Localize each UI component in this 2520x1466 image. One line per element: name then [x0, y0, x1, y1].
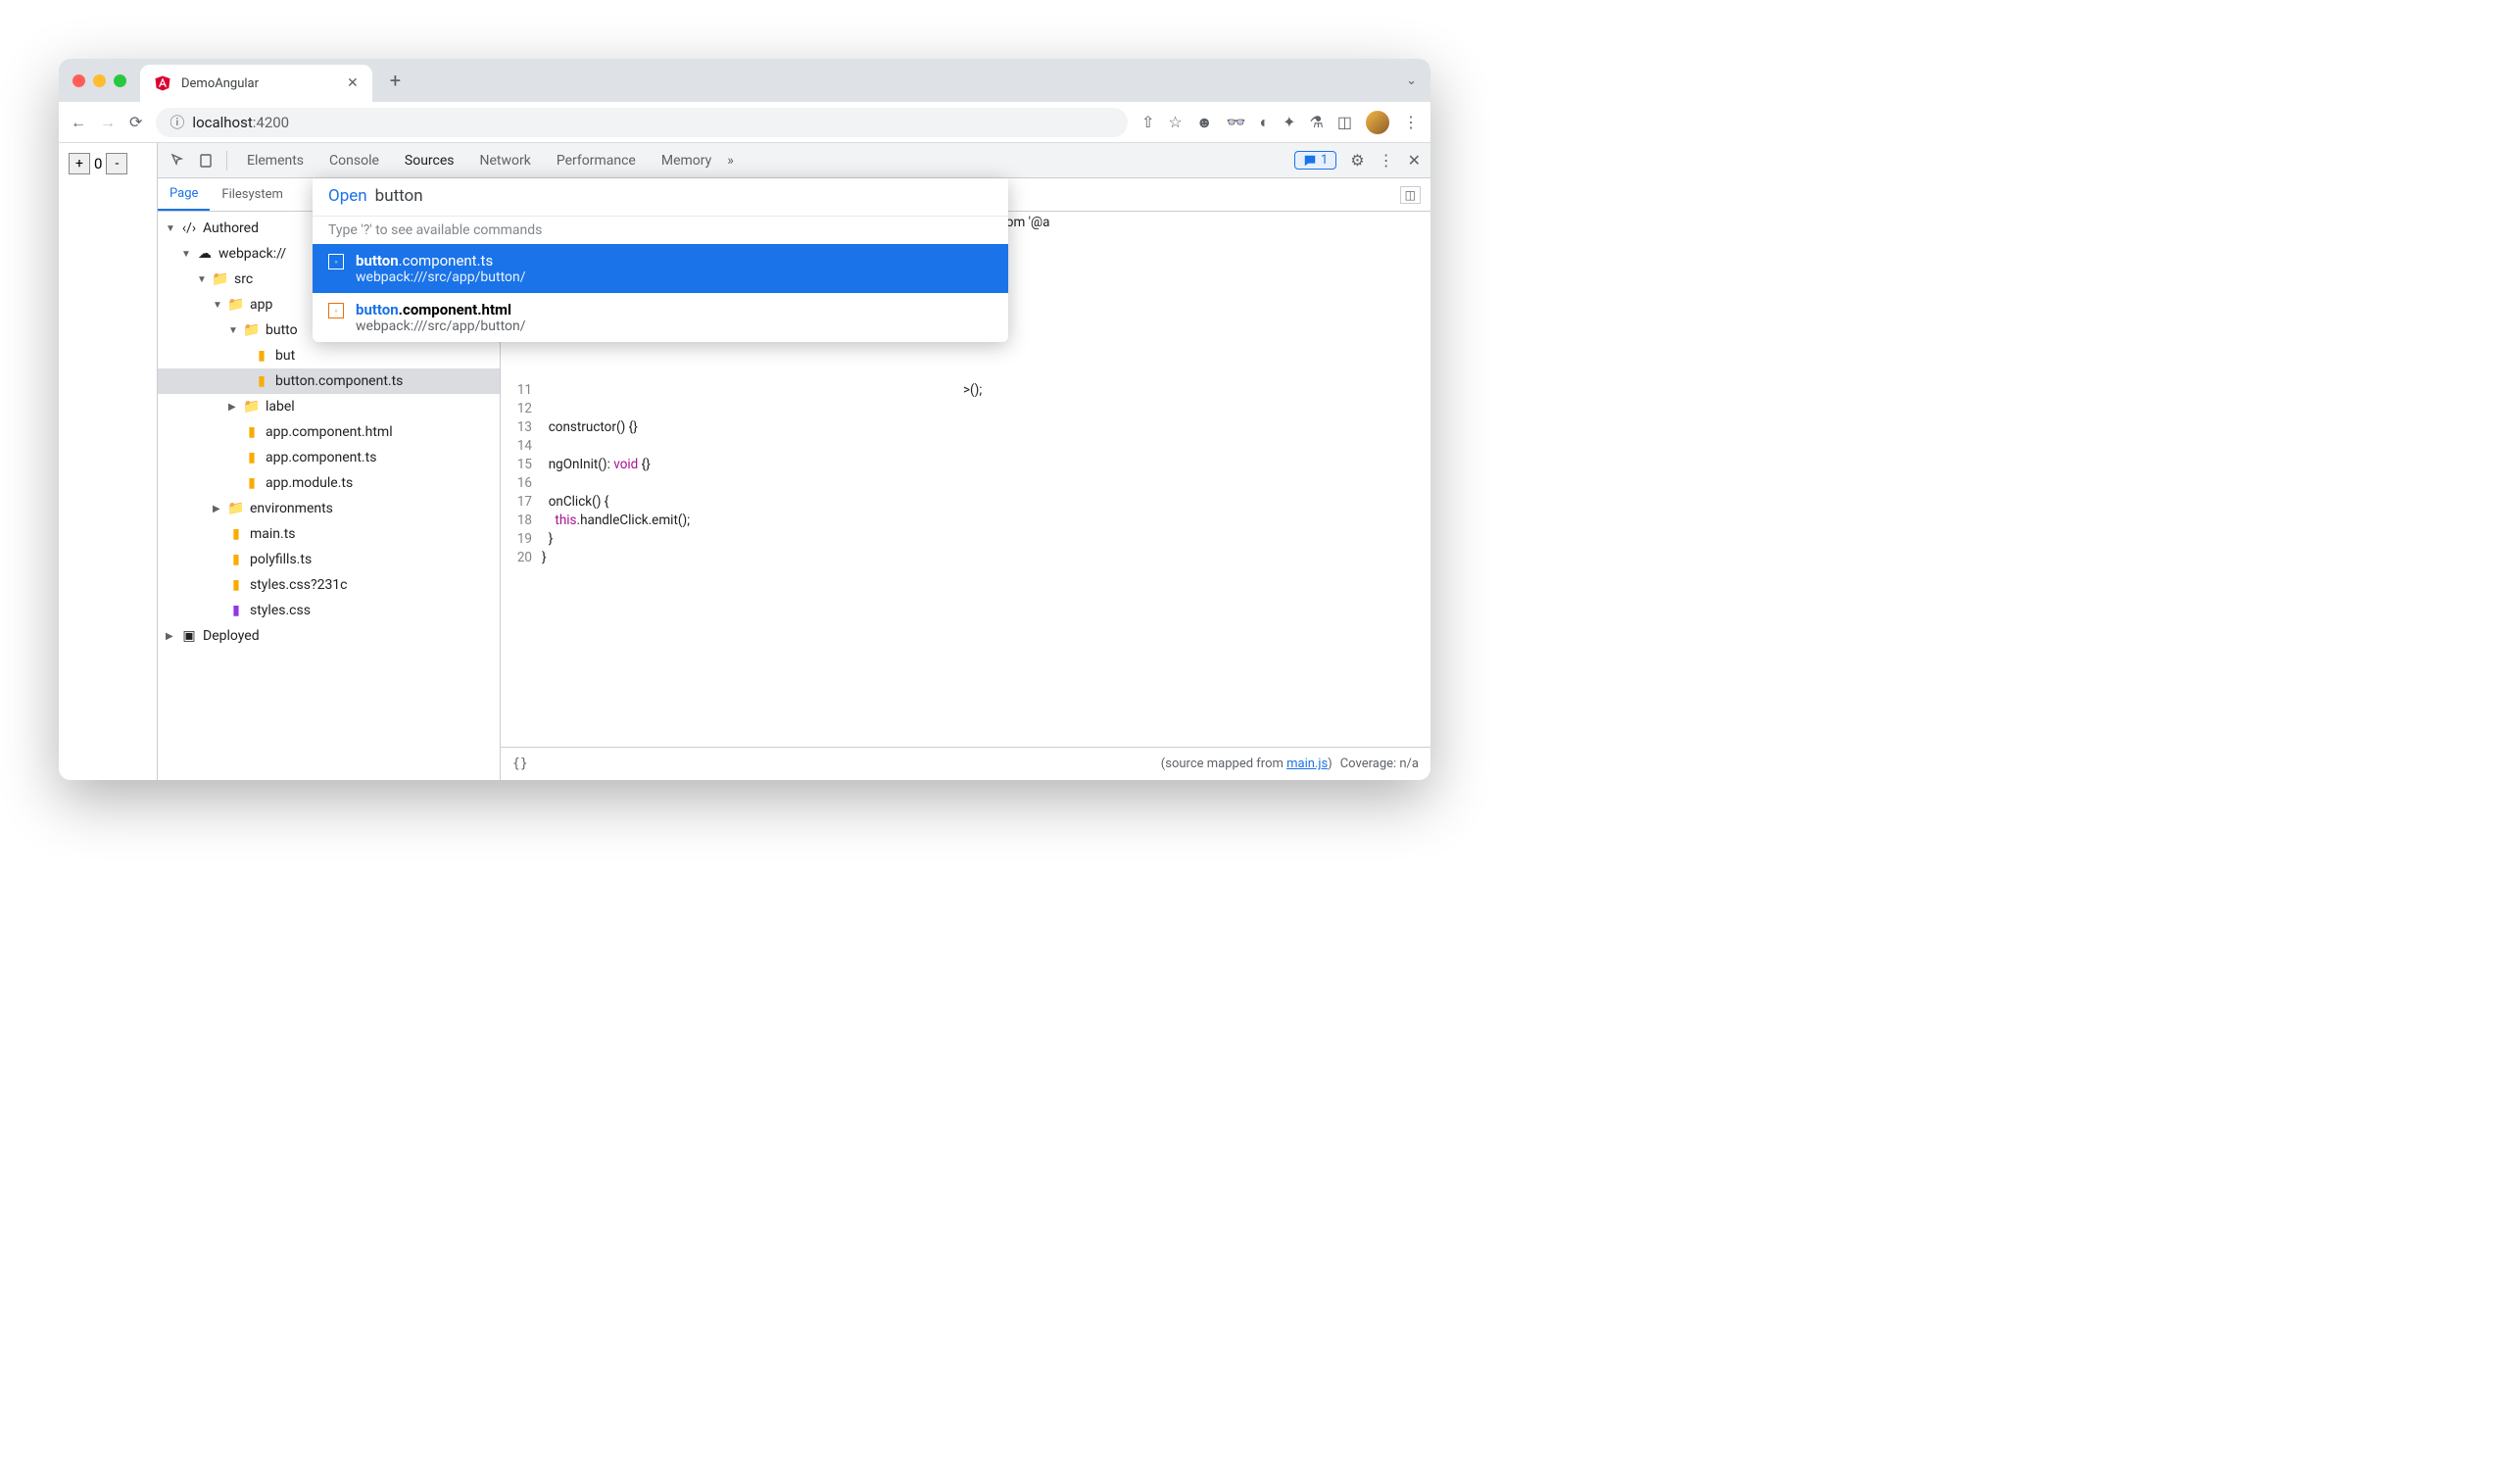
tabs-dropdown-button[interactable]: ⌄ [1406, 73, 1417, 88]
palette-item[interactable]: ◦ button.component.html webpack:///src/a… [313, 293, 1008, 342]
separator [226, 151, 227, 171]
palette-query[interactable]: button [375, 186, 423, 206]
dock-icon[interactable]: ◫ [1400, 186, 1421, 204]
tree-label-folder[interactable]: ▶📁label [158, 394, 500, 419]
tab-performance[interactable]: Performance [547, 143, 646, 178]
devtools-tabs: Elements Console Sources Network Perform… [158, 143, 1430, 178]
browser-tab[interactable]: DemoAngular ✕ [140, 65, 372, 102]
palette-input-row: Open button [313, 178, 1008, 216]
palette-open-label: Open [328, 186, 367, 206]
inspect-icon[interactable] [168, 153, 189, 169]
chrome-menu-icon[interactable]: ⋮ [1403, 113, 1419, 131]
tree-app-html[interactable]: ▮app.component.html [158, 419, 500, 445]
sources-panel: Page Filesystem ⋮ ▼‹/›Authored ▼☁webpack… [158, 178, 1430, 780]
palette-hint: Type '?' to see available commands [313, 216, 1008, 244]
sidebar-tab-filesystem[interactable]: Filesystem [210, 178, 295, 211]
palette-item-selected[interactable]: ◦ button.component.ts webpack:///src/app… [313, 244, 1008, 293]
settings-icon[interactable]: ⚙ [1350, 151, 1364, 170]
devtools-menu-icon[interactable]: ⋮ [1379, 151, 1394, 170]
tab-close-button[interactable]: ✕ [347, 75, 359, 91]
file-icon: ◦ [328, 254, 344, 269]
source-mapped-text: (source mapped from main.js) [1161, 757, 1333, 771]
tab-console[interactable]: Console [319, 143, 389, 178]
window-minimize-button[interactable] [93, 74, 106, 87]
message-count: 1 [1321, 153, 1328, 168]
tab-title: DemoAngular [181, 76, 259, 91]
url-port: :4200 [253, 114, 289, 131]
tab-elements[interactable]: Elements [237, 143, 314, 178]
command-palette: Open button Type '?' to see available co… [313, 178, 1008, 342]
labs-icon[interactable]: ⚗ [1310, 113, 1324, 131]
star-icon[interactable]: ☆ [1168, 113, 1182, 131]
sidebar-tab-page[interactable]: Page [158, 178, 210, 211]
side-panel-icon[interactable]: ◫ [1337, 113, 1352, 131]
address-bar: ← → ⟳ ⓘ localhost:4200 ⇧ ☆ ☻ 👓 ◐ ✦ ⚗ ◫ ⋮ [59, 102, 1430, 143]
content-area: + 0 - Elements Console Sources Network P… [59, 143, 1430, 780]
tab-memory[interactable]: Memory [652, 143, 721, 178]
message-count-badge[interactable]: 1 [1294, 151, 1336, 170]
editor-pane: ◫ 11 [501, 178, 1430, 780]
increment-button[interactable]: + [69, 153, 90, 174]
tree-app-module[interactable]: ▮app.module.ts [158, 470, 500, 496]
tab-sources[interactable]: Sources [395, 143, 464, 178]
extension-icon-1[interactable]: 👓 [1227, 113, 1246, 131]
forward-button[interactable]: → [100, 113, 116, 132]
angular-icon [154, 74, 171, 92]
toolbar-icons: ⇧ ☆ ☻ 👓 ◐ ✦ ⚗ ◫ ⋮ [1141, 111, 1419, 134]
counter-widget: + 0 - [69, 153, 147, 174]
tree-styles[interactable]: ▮styles.css [158, 598, 500, 623]
browser-window: DemoAngular ✕ + ⌄ ← → ⟳ ⓘ localhost:4200… [59, 59, 1430, 780]
tree-environments[interactable]: ▶📁environments [158, 496, 500, 521]
close-devtools-button[interactable]: ✕ [1408, 151, 1421, 170]
decrement-button[interactable]: - [106, 153, 127, 174]
extensions-icon[interactable]: ✦ [1283, 113, 1295, 131]
omnibox[interactable]: ⓘ localhost:4200 [156, 108, 1128, 137]
site-info-icon[interactable]: ⓘ [170, 112, 184, 132]
tree-deployed[interactable]: ▶▣Deployed [158, 623, 500, 649]
tree-styles-q[interactable]: ▮styles.css?231c [158, 572, 500, 598]
url-host: localhost [192, 114, 252, 131]
share-icon[interactable]: ⇧ [1141, 113, 1154, 131]
incognito-icon[interactable]: ☻ [1196, 113, 1213, 132]
tab-network[interactable]: Network [470, 143, 541, 178]
extension-icon-2[interactable]: ◐ [1259, 113, 1269, 132]
profile-avatar[interactable] [1366, 111, 1389, 134]
pretty-print-button[interactable]: {} [512, 757, 528, 771]
tree-button-ts[interactable]: ▮button.component.ts [158, 368, 500, 394]
traffic-lights [73, 74, 126, 87]
back-button[interactable]: ← [71, 113, 86, 132]
source-map-link[interactable]: main.js [1286, 757, 1328, 771]
editor-footer: {} (source mapped from main.js) Coverage… [501, 747, 1430, 780]
tree-main-ts[interactable]: ▮main.ts [158, 521, 500, 547]
reload-button[interactable]: ⟳ [129, 113, 142, 131]
file-icon: ◦ [328, 303, 344, 318]
window-close-button[interactable] [73, 74, 85, 87]
counter-value: 0 [92, 155, 104, 172]
tree-app-ts[interactable]: ▮app.component.ts [158, 445, 500, 470]
window-maximize-button[interactable] [114, 74, 126, 87]
new-tab-button[interactable]: + [390, 69, 401, 92]
tree-polyfills[interactable]: ▮polyfills.ts [158, 547, 500, 572]
page-body: + 0 - [59, 143, 157, 780]
more-tabs-icon[interactable]: » [727, 153, 734, 169]
devtools-panel: Elements Console Sources Network Perform… [157, 143, 1430, 780]
tree-button-html[interactable]: ▮but [158, 343, 500, 368]
device-icon[interactable] [195, 153, 217, 169]
coverage-text: Coverage: n/a [1340, 757, 1419, 771]
titlebar: DemoAngular ✕ + ⌄ [59, 59, 1430, 102]
